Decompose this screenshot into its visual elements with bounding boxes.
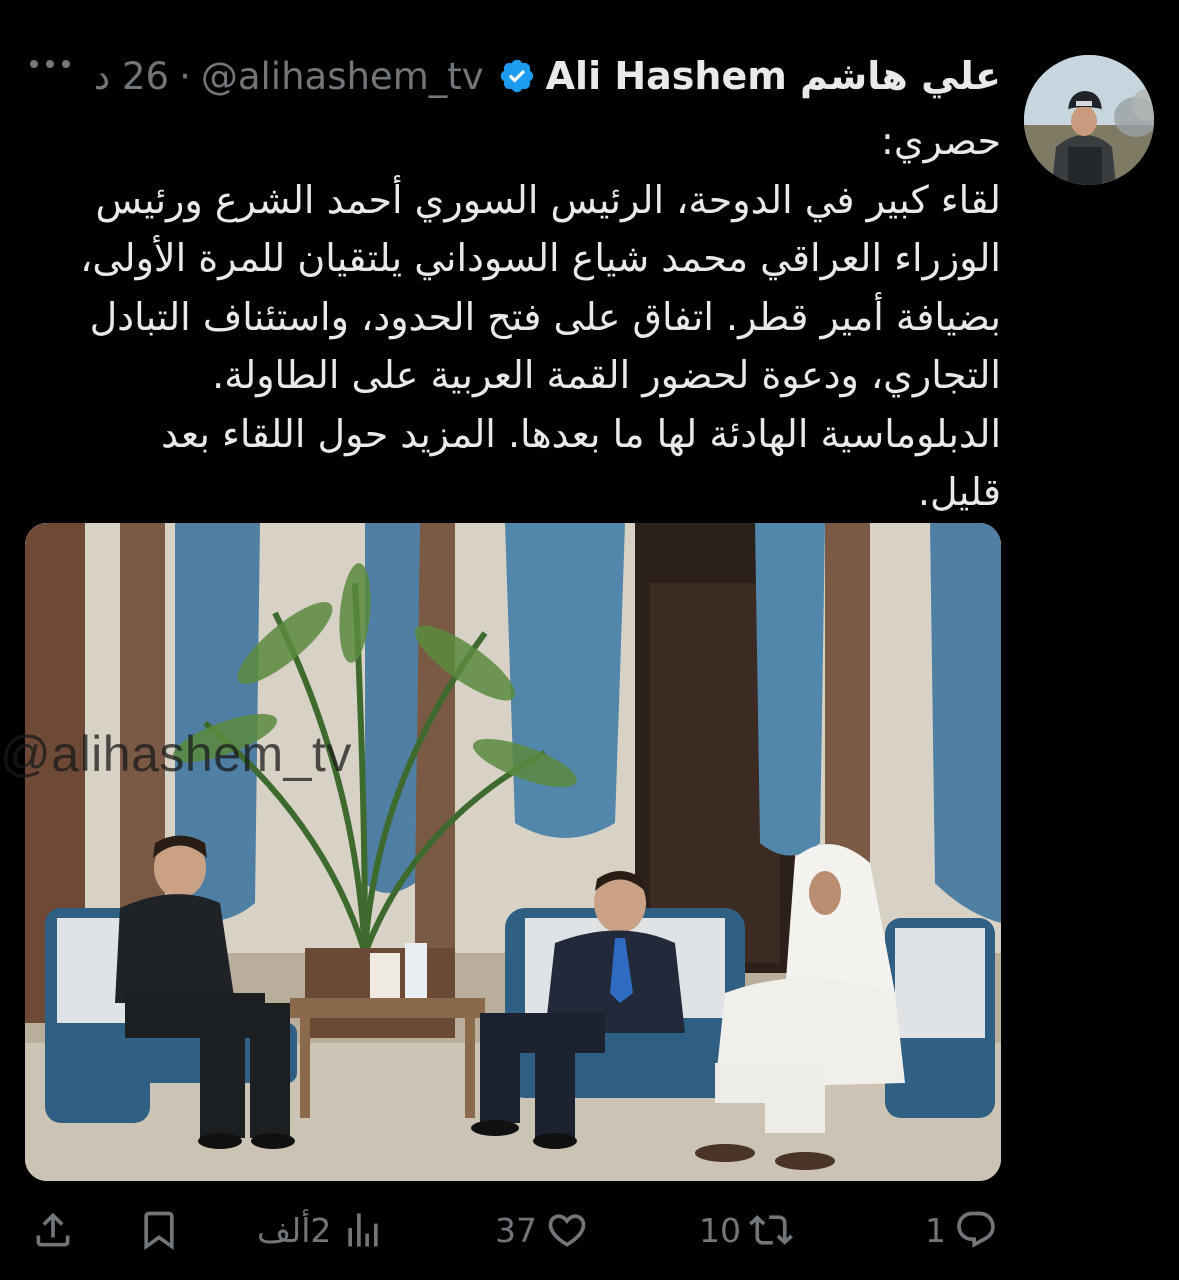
photo-watermark: @alihashem_tv <box>0 726 352 782</box>
tweet-text: حصري: لقاء كبير في الدوحة، الرئيس السوري… <box>41 112 1001 522</box>
more-options-icon[interactable] <box>30 60 70 68</box>
tweet-line: لقاء كبير في الدوحة، الرئيس السوري أحمد … <box>95 177 1001 222</box>
tweet-line: الدبلوماسية الهادئة لها ما بعدها. المزيد… <box>161 411 1001 456</box>
share-icon <box>36 1212 70 1247</box>
like-count: 37 <box>495 1210 537 1250</box>
tweet-line: الوزراء العراقي محمد شياع السوداني يلتقي… <box>80 236 1001 280</box>
views-count: 2ألف <box>257 1210 332 1250</box>
tweet[interactable]: علي هاشم Ali Hashem @alihashem_tv · 26 د… <box>0 0 1179 1280</box>
header-separator: · <box>179 54 191 98</box>
bookmark-button[interactable] <box>137 1200 181 1260</box>
bookmark-icon <box>144 1211 174 1251</box>
tweet-photo[interactable] <box>25 523 1001 1181</box>
meeting-photo <box>25 523 1001 1181</box>
author-handle[interactable]: @alihashem_tv <box>201 55 484 98</box>
retweet-button[interactable]: 10 <box>699 1200 793 1260</box>
like-button[interactable]: 37 <box>495 1200 589 1260</box>
tweet-line: التجاري، ودعوة لحضور القمة العربية على ا… <box>212 353 1001 397</box>
display-name[interactable]: علي هاشم Ali Hashem <box>546 54 1001 98</box>
tweet-line: بضيافة أمير قطر. اتفاق على فتح الحدود، و… <box>89 294 1001 339</box>
tweet-line: حصري: <box>881 119 1001 163</box>
retweet-count: 10 <box>699 1210 741 1250</box>
tweet-timestamp[interactable]: 26 د <box>94 55 169 98</box>
views-icon <box>348 1213 379 1247</box>
tweet-header: علي هاشم Ali Hashem @alihashem_tv · 26 د <box>28 48 1001 104</box>
reply-button[interactable]: 1 <box>925 1200 998 1260</box>
verified-badge-icon <box>500 59 533 93</box>
reply-icon <box>957 1211 995 1248</box>
heart-icon <box>548 1214 586 1247</box>
avatar[interactable] <box>1024 55 1154 185</box>
tweet-line: قليل. <box>917 470 1001 514</box>
retweet-icon <box>749 1215 793 1245</box>
avatar-image <box>1024 55 1154 185</box>
reply-count: 1 <box>925 1210 946 1250</box>
tweet-actions: 2ألف 37 10 1 <box>25 1200 1001 1260</box>
views-button[interactable]: 2ألف <box>257 1200 385 1260</box>
share-button[interactable] <box>31 1200 75 1260</box>
